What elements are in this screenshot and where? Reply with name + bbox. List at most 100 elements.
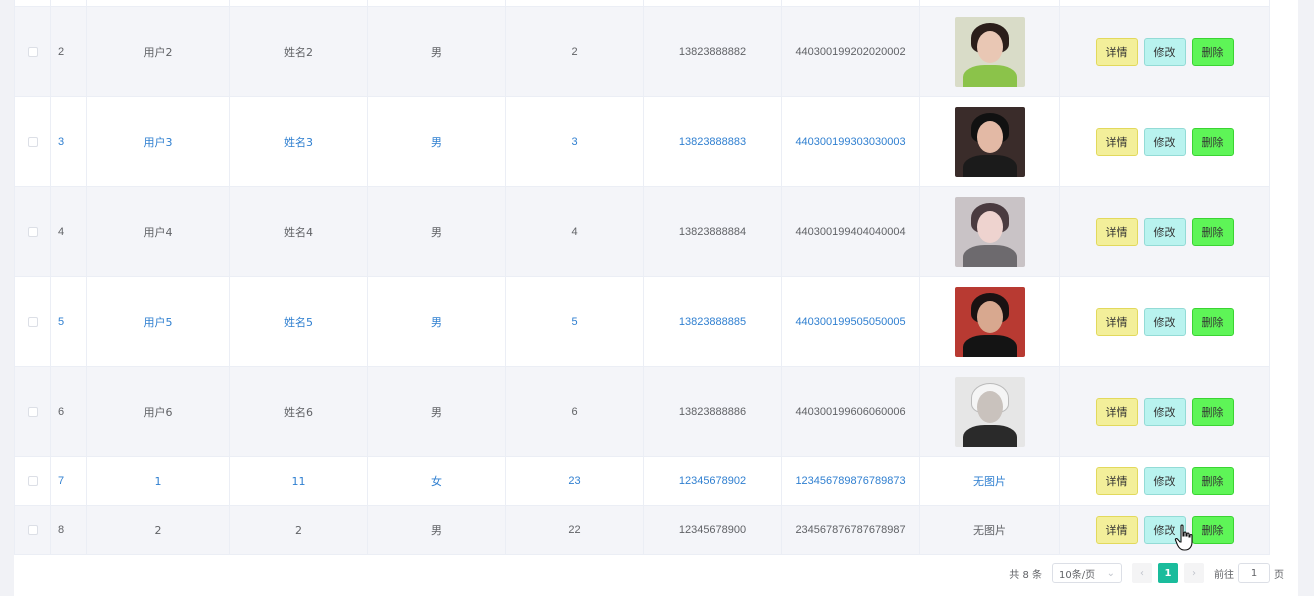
table-row[interactable]: 2 用户2 姓名2 男 2 13823888882 44030019920202… [15, 7, 1269, 97]
delete-button[interactable]: 删除 [1191, 127, 1234, 156]
delete-button[interactable]: 删除 [1191, 397, 1234, 426]
cell-sex: 男 [368, 506, 506, 554]
cell-sex: 男 [368, 367, 506, 456]
cell-age: 5 [506, 277, 644, 366]
page-jumper: 前往 1 页 [1214, 563, 1284, 583]
cell-age: 2 [506, 7, 644, 96]
row-index: 2 [51, 7, 87, 96]
cell-name: 姓名5 [230, 277, 368, 366]
cell-age: 22 [506, 506, 644, 554]
goto-prefix: 前往 [1214, 569, 1234, 581]
cell-name: 姓名4 [230, 187, 368, 276]
cell-idcard: 440300199303030003 [782, 97, 920, 186]
row-checkbox[interactable] [27, 406, 38, 417]
user-photo [954, 376, 1025, 447]
cell-age: 3 [506, 97, 644, 186]
cell-sex: 男 [368, 187, 506, 276]
chevron-down-icon: ⌄ [1106, 567, 1115, 579]
table-row[interactable]: 5 用户5 姓名5 男 5 13823888885 44030019950505… [15, 277, 1269, 367]
cell-username: 用户5 [87, 277, 230, 366]
edit-button[interactable]: 修改 [1143, 467, 1186, 495]
cell-phone: 13823888884 [644, 187, 782, 276]
cell-sex: 男 [368, 97, 506, 186]
delete-button[interactable]: 删除 [1191, 516, 1234, 544]
cell-sex: 男 [368, 277, 506, 366]
cell-idcard: 123456789876789873 [782, 457, 920, 505]
pagination: 共 8 条 10条/页 ⌄ ‹ 1 › 前往 1 页 [1009, 563, 1284, 583]
cell-idcard: 440300199202020002 [782, 7, 920, 96]
page-number-current[interactable]: 1 [1158, 563, 1178, 583]
user-photo [954, 286, 1025, 357]
cell-idcard: 234567876787678987 [782, 506, 920, 554]
row-checkbox[interactable] [27, 136, 38, 147]
detail-button[interactable]: 详情 [1095, 467, 1138, 495]
delete-button[interactable]: 删除 [1191, 37, 1234, 66]
delete-button[interactable]: 删除 [1191, 467, 1234, 495]
table-row[interactable]: 7 1 11 女 23 12345678902 1234567898767898… [15, 457, 1269, 506]
next-page-button[interactable]: › [1184, 563, 1204, 583]
table-row[interactable]: 4 用户4 姓名4 男 4 13823888884 44030019940404… [15, 187, 1269, 277]
cell-username: 用户2 [87, 7, 230, 96]
page-nav: ‹ 1 › [1132, 563, 1204, 583]
detail-button[interactable]: 详情 [1095, 397, 1138, 426]
cell-name: 姓名6 [230, 367, 368, 456]
cell-idcard: 440300199404040004 [782, 187, 920, 276]
goto-suffix: 页 [1274, 569, 1284, 581]
user-photo [954, 196, 1025, 267]
cell-age: 4 [506, 187, 644, 276]
delete-button[interactable]: 删除 [1191, 217, 1234, 246]
row-index: 7 [51, 457, 87, 505]
page-size-select[interactable]: 10条/页 ⌄ [1052, 563, 1122, 583]
cell-username: 2 [87, 506, 230, 554]
table-row[interactable]: 8 2 2 男 22 12345678900 23456787678767898… [15, 506, 1269, 555]
cell-age: 6 [506, 367, 644, 456]
row-index: 6 [51, 367, 87, 456]
row-checkbox[interactable] [27, 46, 38, 57]
cell-name: 2 [230, 506, 368, 554]
detail-button[interactable]: 详情 [1095, 307, 1138, 336]
goto-page-input[interactable]: 1 [1238, 563, 1270, 583]
detail-button[interactable]: 详情 [1095, 516, 1138, 544]
edit-button[interactable]: 修改 [1143, 217, 1186, 246]
cell-sex: 女 [368, 457, 506, 505]
detail-button[interactable]: 详情 [1095, 217, 1138, 246]
row-checkbox[interactable] [27, 476, 38, 486]
user-table: 2 用户2 姓名2 男 2 13823888882 44030019920202… [14, 0, 1270, 555]
user-photo [954, 16, 1025, 87]
cell-username: 1 [87, 457, 230, 505]
table-row[interactable]: 3 用户3 姓名3 男 3 13823888883 44030019930303… [15, 97, 1269, 187]
cell-name: 姓名2 [230, 7, 368, 96]
edit-button[interactable]: 修改 [1143, 127, 1186, 156]
table-top-strip [15, 0, 1269, 7]
cell-name: 姓名3 [230, 97, 368, 186]
total-count: 共 8 条 [1009, 569, 1042, 581]
row-index: 3 [51, 97, 87, 186]
row-checkbox[interactable] [27, 316, 38, 327]
hand-cursor-icon [1174, 524, 1193, 551]
cell-phone: 12345678900 [644, 506, 782, 554]
edit-button[interactable]: 修改 [1143, 307, 1186, 336]
cell-idcard: 440300199505050005 [782, 277, 920, 366]
cell-idcard: 440300199606060006 [782, 367, 920, 456]
cell-phone: 13823888882 [644, 7, 782, 96]
cell-age: 23 [506, 457, 644, 505]
row-index: 4 [51, 187, 87, 276]
table-row[interactable]: 6 用户6 姓名6 男 6 13823888886 44030019960606… [15, 367, 1269, 457]
row-index: 8 [51, 506, 87, 554]
detail-button[interactable]: 详情 [1095, 37, 1138, 66]
page-size-value: 10条/页 [1059, 569, 1096, 581]
cell-sex: 男 [368, 7, 506, 96]
cell-username: 用户3 [87, 97, 230, 186]
detail-button[interactable]: 详情 [1095, 127, 1138, 156]
edit-button[interactable]: 修改 [1143, 397, 1186, 426]
cell-username: 用户6 [87, 367, 230, 456]
row-checkbox[interactable] [27, 525, 38, 535]
row-checkbox[interactable] [27, 226, 38, 237]
cell-phone: 13823888883 [644, 97, 782, 186]
no-photo-text: 无图片 [920, 457, 1060, 505]
cell-phone: 12345678902 [644, 457, 782, 505]
user-photo [954, 106, 1025, 177]
edit-button[interactable]: 修改 [1143, 37, 1186, 66]
delete-button[interactable]: 删除 [1191, 307, 1234, 336]
prev-page-button[interactable]: ‹ [1132, 563, 1152, 583]
